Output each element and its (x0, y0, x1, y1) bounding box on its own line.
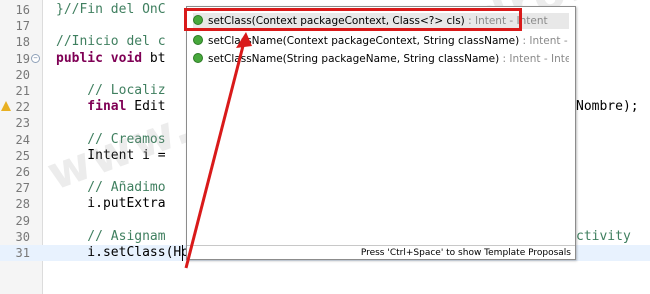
code-text: // Creamos (56, 131, 166, 147)
line-number: 27 (15, 181, 30, 196)
public-method-icon (193, 35, 203, 45)
line-number: 20 (15, 67, 30, 82)
line-number: 17 (15, 19, 30, 34)
code-text: Intent i = (56, 147, 166, 163)
public-method-icon (193, 53, 203, 63)
code-text: final Edit (56, 99, 166, 115)
text-caret (182, 245, 183, 261)
code-text-tail: ctivity (576, 228, 631, 244)
proposal-setclassname-context[interactable]: setClassName(Context packageContext, Str… (193, 33, 569, 49)
line-number: 31 (15, 246, 30, 260)
line-number: 22 (15, 100, 30, 115)
content-assist-popup[interactable]: setClass(Context packageContext, Class<?… (186, 6, 576, 260)
line-number: 21 (15, 84, 30, 98)
proposal-setclassname-string[interactable]: setClassName(String packageName, String … (193, 51, 569, 67)
popup-footer-hint: Press 'Ctrl+Space' to show Template Prop… (187, 245, 575, 259)
line-number: 26 (15, 165, 30, 179)
line-number: 16 (15, 3, 30, 17)
code-text: public void bt (56, 50, 166, 66)
code-text: }//Fin del OnC (56, 2, 166, 17)
line-number: 23 (15, 116, 30, 131)
red-highlight-box (184, 8, 522, 31)
warning-icon (1, 101, 11, 112)
line-number: 19 (15, 51, 30, 66)
code-text: // Localiz (56, 83, 166, 98)
line-number: 30 (15, 229, 30, 244)
line-number: 29 (15, 213, 30, 228)
code-text: //Inicio del c (56, 34, 166, 50)
code-text: i.putExtra (56, 196, 166, 212)
line-number: 25 (15, 148, 30, 163)
fold-toggle-icon[interactable]: − (31, 53, 40, 63)
line-number: 18 (15, 35, 30, 50)
code-text-tail: Nombre); (576, 99, 639, 115)
code-text: // Asignam (56, 228, 166, 244)
code-text: // Añadimo (56, 180, 166, 196)
line-number: 28 (15, 197, 30, 212)
line-number: 24 (15, 132, 30, 147)
